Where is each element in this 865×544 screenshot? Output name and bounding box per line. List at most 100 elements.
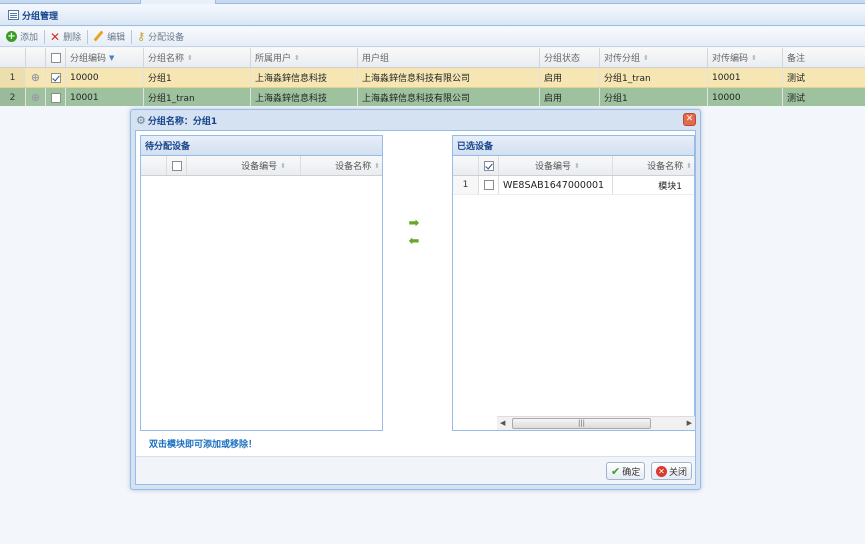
scroll-right-icon[interactable]: ▶ xyxy=(687,419,692,427)
rownum-header xyxy=(453,156,479,175)
tab-fragment[interactable] xyxy=(140,0,216,4)
close-icon[interactable]: ✕ xyxy=(683,113,696,126)
col-label: 分组编码 xyxy=(70,54,107,64)
dialog-title-bar[interactable]: ⚙ 分组名称：分组1 ✕ xyxy=(131,110,700,130)
rownum-header xyxy=(141,156,167,175)
col-device-code[interactable]: 设备编号 ⬍ xyxy=(499,156,613,175)
unassigned-header-row: 设备编号 ⬍ 设备名称 ⬍ xyxy=(141,156,382,176)
cell-name: 分组1 xyxy=(144,68,251,87)
checkbox[interactable] xyxy=(50,52,61,63)
table-row[interactable]: 2 ⊕ 10001 分组1_tran 上海淼鋅信息科技 上海淼鋅信息科技有限公司… xyxy=(0,88,865,108)
cell-code: 10000 xyxy=(66,68,144,87)
sort-icon: ⬍ xyxy=(751,53,757,62)
col-user-group[interactable]: 用户组 xyxy=(358,48,540,67)
scroll-left-icon[interactable]: ◀ xyxy=(500,419,505,427)
panel-header: 分组管理 xyxy=(0,5,865,26)
close-circle-icon: ✕ xyxy=(656,465,667,477)
rownum-header xyxy=(0,48,26,67)
col-label: 设备名称 xyxy=(647,162,684,172)
select-all-checkbox[interactable] xyxy=(46,48,66,67)
col-label: 分组状态 xyxy=(544,54,581,64)
toolbar-separator xyxy=(131,29,133,44)
cell-code: 10001 xyxy=(66,88,144,107)
grid-icon xyxy=(8,10,19,20)
col-owner-user[interactable]: 所属用户 ⬍ xyxy=(251,48,358,67)
col-device-name[interactable]: 设备名称 ⬍ xyxy=(301,156,382,175)
cell-status: 启用 xyxy=(540,88,600,107)
delete-button[interactable]: ✕ 删除 xyxy=(50,30,81,44)
col-device-name[interactable]: 设备名称 ⬍ xyxy=(613,156,694,175)
selected-header-row: 设备编号 ⬍ 设备名称 ⬍ xyxy=(453,156,694,176)
sort-icon: ⬍ xyxy=(374,161,380,170)
add-button[interactable]: + 添加 xyxy=(6,30,38,43)
sort-desc-icon: ▼ xyxy=(109,53,115,62)
col-label: 所属用户 xyxy=(255,54,292,64)
scroll-thumb[interactable]: ||| xyxy=(512,418,651,429)
dialog-title: 分组名称：分组1 xyxy=(147,116,218,127)
arrow-right-icon[interactable]: ➡ xyxy=(406,215,422,233)
col-pair-code[interactable]: 对传编码 ⬍ xyxy=(708,48,783,67)
cell-name: 分组1_tran xyxy=(144,88,251,107)
sort-icon: ⬍ xyxy=(686,161,692,170)
sort-icon: ⬍ xyxy=(187,53,193,62)
select-all-checkbox[interactable] xyxy=(167,156,187,175)
row-checkbox[interactable] xyxy=(50,92,61,103)
plus-icon: + xyxy=(6,31,17,42)
confirm-button[interactable]: ✔ 确定 xyxy=(606,462,646,480)
col-label: 对传分组 xyxy=(604,54,641,64)
assign-label: 分配设备 xyxy=(148,33,185,43)
col-remark[interactable]: 备注 xyxy=(783,48,865,67)
col-group-name[interactable]: 分组名称 ⬍ xyxy=(144,48,251,67)
col-device-code[interactable]: 设备编号 ⬍ xyxy=(187,156,301,175)
row-checkbox-cell[interactable] xyxy=(46,68,66,87)
plus-expand-icon[interactable]: ⊕ xyxy=(31,91,40,104)
selected-devices-panel: 已选设备 设备编号 ⬍ 设备名称 ⬍ 1 WE8SAB1647000001 模块1 … xyxy=(452,135,695,431)
assign-device-button[interactable]: ⚷ 分配设备 xyxy=(137,30,184,43)
row-number: 1 xyxy=(453,176,479,194)
toolbar-separator xyxy=(87,29,89,44)
table-row[interactable]: 1 ⊕ 10000 分组1 上海淼鋅信息科技 上海淼鋅信息科技有限公司 启用 分… xyxy=(0,68,865,88)
row-expander[interactable]: ⊕ xyxy=(26,68,46,87)
select-all-checkbox[interactable] xyxy=(479,156,499,175)
device-row[interactable]: 1 WE8SAB1647000001 模块1 xyxy=(453,176,694,195)
row-checkbox[interactable] xyxy=(483,180,494,190)
move-controls: ➡ ⬅ xyxy=(406,215,422,251)
selected-panel-title: 已选设备 xyxy=(453,136,694,156)
cell-remark: 测试 xyxy=(787,74,806,84)
col-label: 对传编码 xyxy=(712,54,749,64)
row-number: 2 xyxy=(0,88,26,107)
col-label: 设备名称 xyxy=(335,162,372,172)
row-expander[interactable]: ⊕ xyxy=(26,88,46,107)
col-group-status[interactable]: 分组状态 xyxy=(540,48,600,67)
row-checkbox-cell[interactable] xyxy=(479,176,499,194)
col-pair-group[interactable]: 对传分组 ⬍ xyxy=(600,48,708,67)
dialog-footer: ✔ 确定 ✕ 关闭 xyxy=(136,456,695,484)
edit-button[interactable]: 编辑 xyxy=(93,30,125,43)
cell-pair-code: 10000 xyxy=(708,88,783,107)
checkbox[interactable] xyxy=(171,160,182,171)
col-group-code[interactable]: 分组编码 ▼ xyxy=(66,48,144,67)
group-grid: 分组编码 ▼ 分组名称 ⬍ 所属用户 ⬍ 用户组 分组状态 对传分组 ⬍ 对传编码 ⬍ 备… xyxy=(0,48,865,108)
confirm-label: 确定 xyxy=(622,467,641,478)
arrow-left-icon[interactable]: ⬅ xyxy=(406,233,422,251)
close-button[interactable]: ✕ 关闭 xyxy=(651,462,693,480)
cell-status: 启用 xyxy=(540,68,600,87)
horizontal-scrollbar[interactable]: ◀ ||| ▶ xyxy=(497,416,695,430)
col-label: 备注 xyxy=(787,54,806,64)
add-label: 添加 xyxy=(20,33,39,43)
toolbar-separator xyxy=(44,29,46,44)
edit-label: 编辑 xyxy=(107,33,126,43)
row-number: 1 xyxy=(0,68,26,87)
cell-usergroup: 上海淼鋅信息科技有限公司 xyxy=(358,68,540,87)
row-checkbox[interactable] xyxy=(50,72,61,83)
cell-pair-group: 分组1_tran xyxy=(600,68,708,87)
pencil-icon xyxy=(93,31,104,42)
dialog-body: 待分配设备 设备编号 ⬍ 设备名称 ⬍ ➡ ⬅ 已选设备 设备编号 ⬍ 设备名称 ⬍ xyxy=(135,130,696,485)
row-checkbox-cell[interactable] xyxy=(46,88,66,107)
plus-expand-icon[interactable]: ⊕ xyxy=(31,71,40,84)
sort-icon: ⬍ xyxy=(294,53,300,62)
unassigned-panel-title: 待分配设备 xyxy=(141,136,382,156)
col-label: 用户组 xyxy=(362,54,390,64)
cell-user: 上海淼鋅信息科技 xyxy=(251,68,358,87)
checkbox[interactable] xyxy=(483,160,494,171)
